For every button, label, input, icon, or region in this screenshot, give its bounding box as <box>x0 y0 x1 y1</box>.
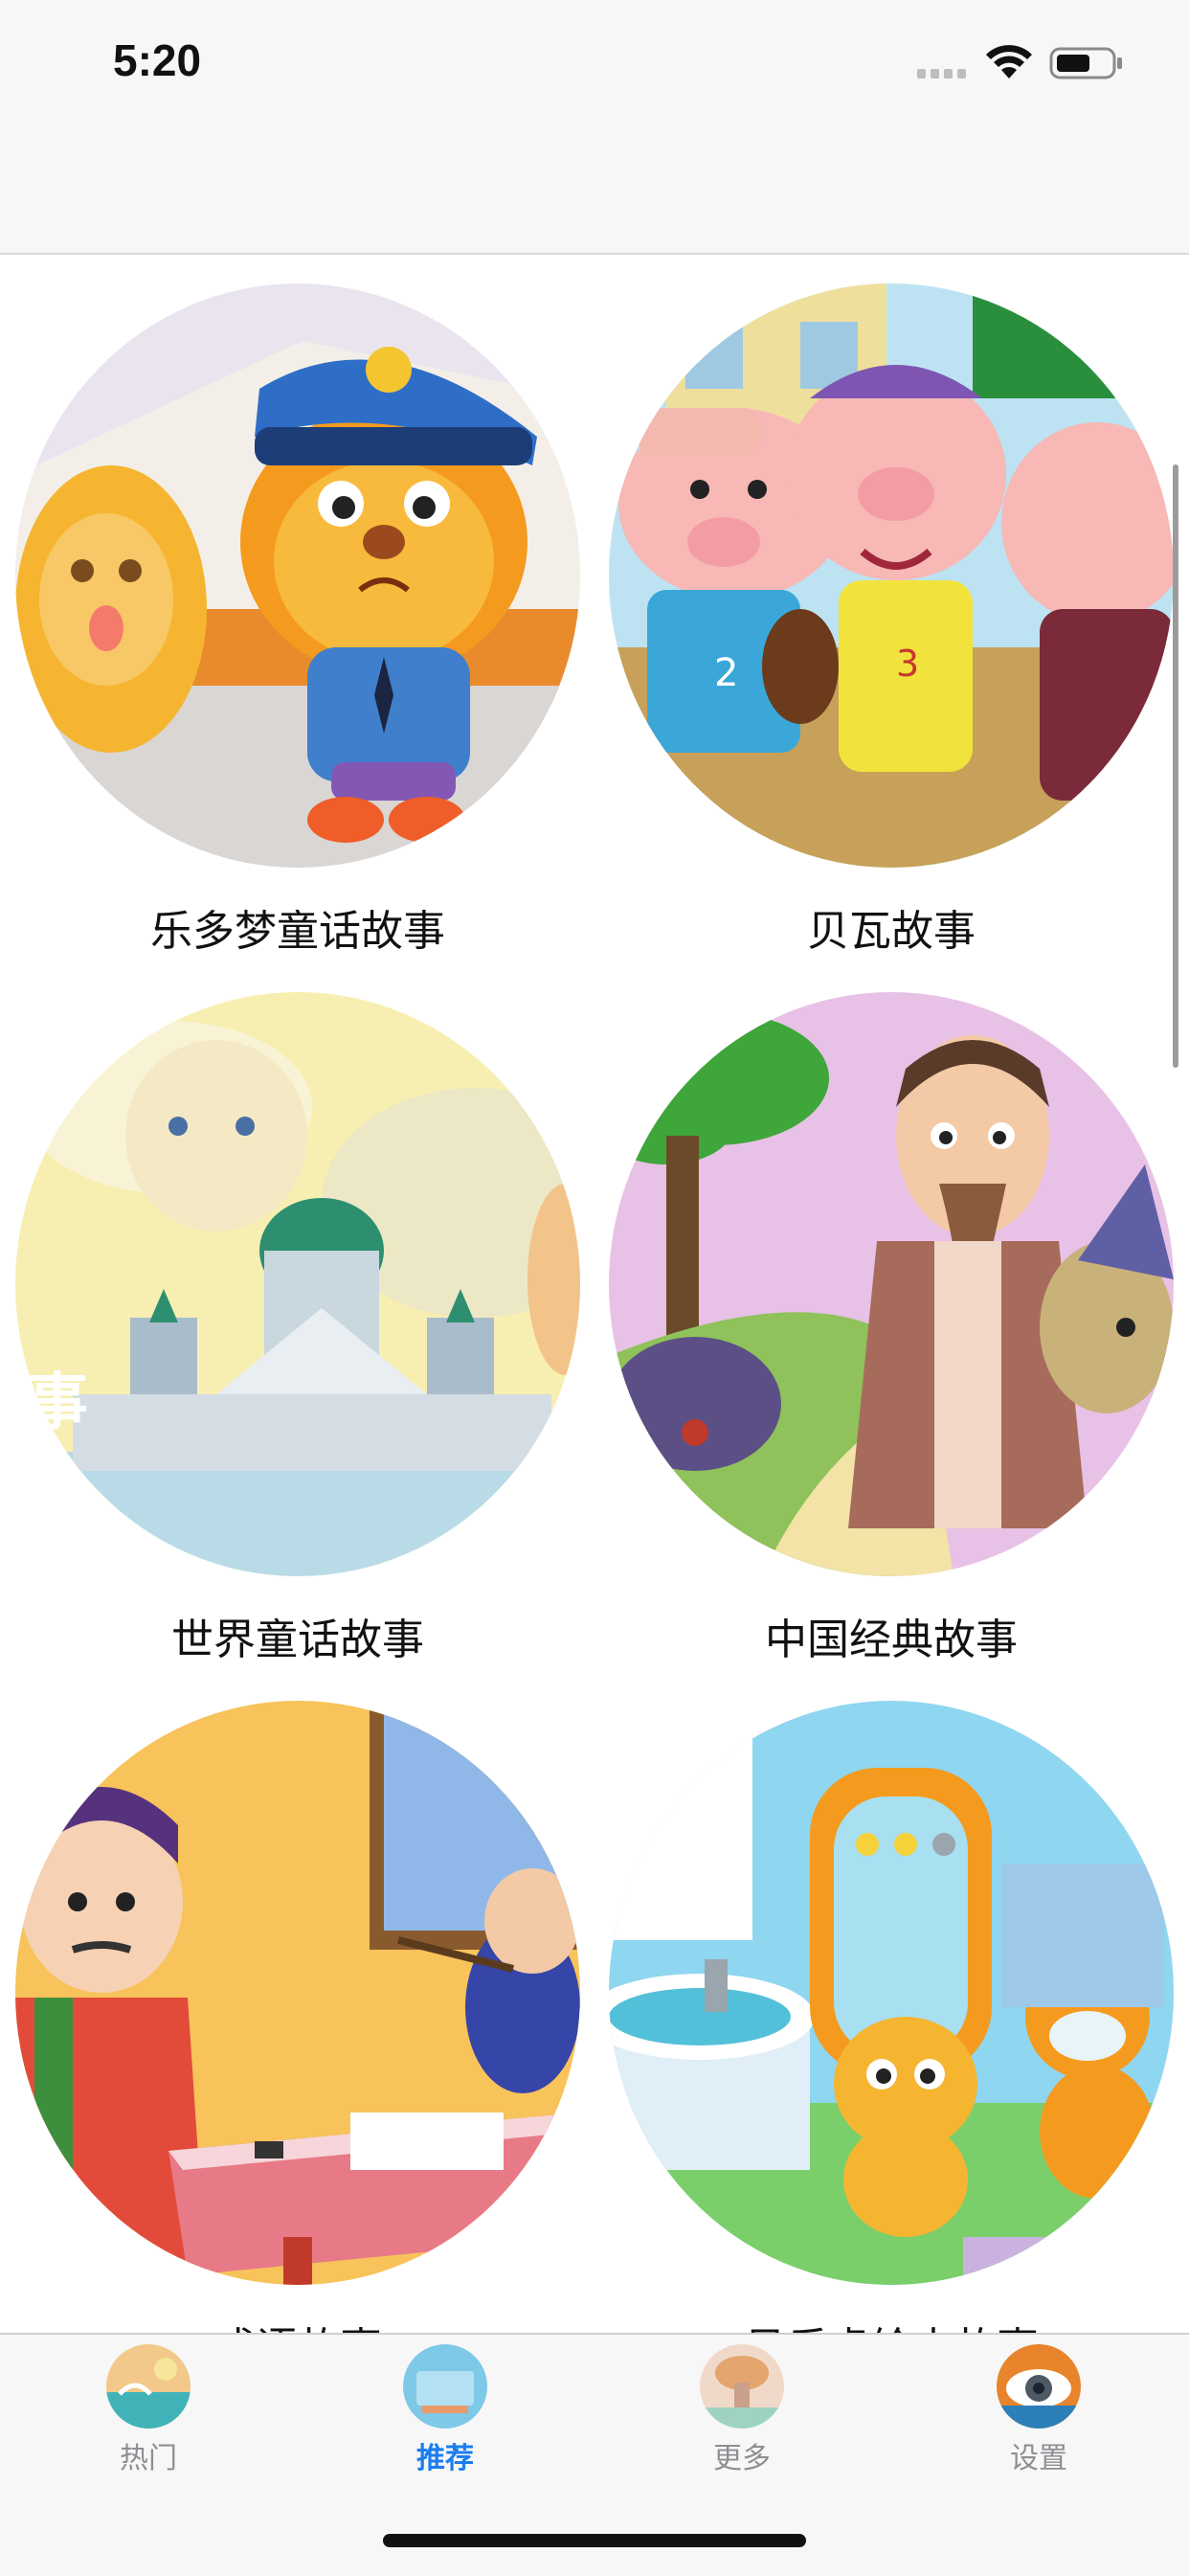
svg-text:2: 2 <box>714 651 738 695</box>
settings-tab-icon <box>997 2344 1081 2429</box>
story-card[interactable]: 成语故事 <box>15 1701 580 2333</box>
story-title: 贝瓦故事 <box>807 907 976 956</box>
story-grid: 乐多梦童话故事 2 3 贝瓦故事 事 世界童话故事 中国经典故事 <box>0 255 1189 2333</box>
home-indicator <box>383 2534 806 2547</box>
more-tab-icon <box>700 2344 784 2429</box>
police-dog-and-cat-illustration <box>15 283 580 868</box>
story-title: 乐多梦童话故事 <box>150 907 445 956</box>
svg-text:事: 事 <box>27 1367 88 1438</box>
scrollbar[interactable] <box>1173 464 1178 1068</box>
svg-text:3: 3 <box>896 643 919 685</box>
tab-recommend[interactable]: 推荐 <box>359 2344 531 2475</box>
story-title: 贝乐虎绘本故事 <box>609 2314 1174 2333</box>
story-title: 中国经典故事 <box>765 1616 1018 1664</box>
story-card[interactable]: 中国经典故事 <box>609 992 1174 1682</box>
story-card[interactable]: 事 世界童话故事 <box>15 992 580 1682</box>
story-card[interactable]: 乐多梦童话故事 <box>15 283 580 973</box>
story-title: 成语故事 <box>15 2314 580 2333</box>
wifi-icon <box>986 45 1032 79</box>
three-little-pigs-illustration: 2 3 <box>609 283 1174 868</box>
ancient-scholars-illustration <box>15 1701 580 2285</box>
tiger-cubs-bathroom-illustration <box>609 1701 1174 2285</box>
tab-label: 热门 <box>120 2442 177 2475</box>
tab-label: 更多 <box>713 2442 771 2475</box>
recommend-tab-icon <box>403 2344 487 2429</box>
status-time: 5:20 <box>113 35 202 85</box>
tab-label: 设置 <box>1010 2442 1067 2475</box>
cellular-signal-icon <box>917 69 966 79</box>
story-title: 世界童话故事 <box>171 1616 424 1664</box>
battery-icon <box>1049 47 1122 79</box>
story-card[interactable]: 贝乐虎绘本故事 <box>609 1701 1174 2333</box>
tab-settings[interactable]: 设置 <box>953 2344 1125 2475</box>
story-card[interactable]: 2 3 贝瓦故事 <box>609 283 1174 973</box>
tab-hot[interactable]: 热门 <box>62 2344 235 2475</box>
fairy-castle-cat-clouds-illustration: 事 <box>15 992 580 1576</box>
top-bar: 5:20 <box>0 0 1189 255</box>
chinese-sage-illustration <box>609 992 1174 1576</box>
hot-tab-icon <box>106 2344 191 2429</box>
tab-more[interactable]: 更多 <box>656 2344 828 2475</box>
tab-label: 推荐 <box>416 2442 474 2475</box>
